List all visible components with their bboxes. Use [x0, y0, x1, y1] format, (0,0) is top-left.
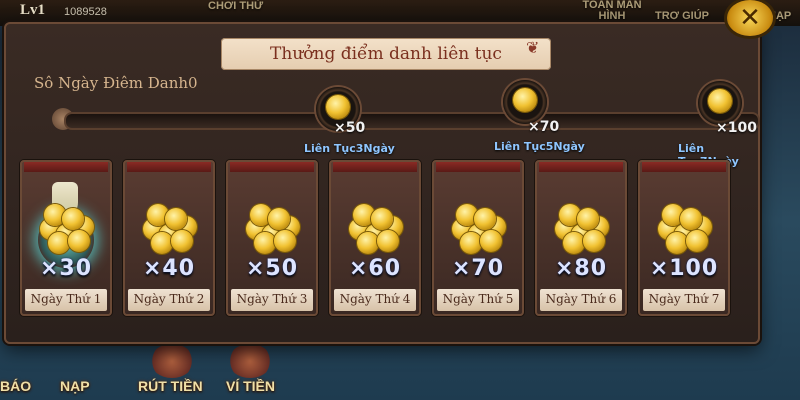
- day-label: Ngày Thứ 6: [545, 292, 617, 306]
- coin-icon: [680, 208, 702, 230]
- coin-icon: [666, 232, 688, 254]
- day-card[interactable]: ×50 Ngày Thứ 3: [226, 160, 318, 316]
- day-label: Ngày Thứ 5: [442, 292, 514, 306]
- coin-icon: [171, 230, 193, 252]
- coin-icon: [474, 208, 496, 230]
- top-menu-demo[interactable]: CHƠI THỬ: [208, 0, 263, 12]
- day-label: Ngày Thứ 7: [648, 292, 720, 306]
- day-card[interactable]: ×70 Ngày Thứ 5: [432, 160, 524, 316]
- coin-icon: [357, 232, 379, 254]
- coin-icon: [686, 230, 708, 252]
- streak-progress-track: [64, 112, 760, 130]
- day-label-plate: Ngày Thứ 6: [540, 289, 622, 311]
- milestone-amount-7: ×100: [716, 120, 757, 136]
- milestone-chest-5[interactable]: [503, 80, 547, 124]
- top-menu-fullscreen[interactable]: TOÀN MÀN HÌNH: [582, 0, 642, 22]
- coin-icon: [48, 232, 70, 254]
- card-ribbon: [230, 162, 314, 172]
- coin-icon: [513, 88, 537, 112]
- close-icon: ✕: [739, 3, 761, 33]
- day-label: Ngày Thứ 3: [236, 292, 308, 306]
- milestone-label-3: Liên Tục3Ngày: [304, 142, 395, 155]
- coin-icon: [480, 230, 502, 252]
- day-card[interactable]: ×80 Ngày Thứ 6: [535, 160, 627, 316]
- coin-stack-icon: [448, 200, 508, 254]
- milestone-label-5: Liên Tục5Ngày: [494, 140, 585, 153]
- bottom-menu-withdraw[interactable]: RÚT TIỀN: [138, 378, 203, 394]
- coin-stack-icon: [654, 200, 714, 254]
- bottom-menu-deposit[interactable]: NẠP: [60, 378, 90, 394]
- milestone-amount-5: ×70: [528, 119, 560, 135]
- coin-icon: [371, 208, 393, 230]
- day-label-plate: Ngày Thứ 7: [643, 289, 725, 311]
- day-reward-amount: ×70: [451, 256, 505, 281]
- coin-stack-icon: [242, 200, 302, 254]
- day-label-plate: Ngày Thứ 3: [231, 289, 313, 311]
- day-card[interactable]: ×60 Ngày Thứ 4: [329, 160, 421, 316]
- dialog-title: Thưởng điểm danh liên tục: [270, 44, 502, 64]
- bottom-menu-wallet[interactable]: VÍ TIỀN: [226, 378, 275, 394]
- coin-icon: [563, 232, 585, 254]
- coin-icon: [708, 89, 732, 113]
- coin-icon: [151, 232, 173, 254]
- day-label-plate: Ngày Thứ 5: [437, 289, 519, 311]
- day-card[interactable]: ×30 Ngày Thứ 1: [20, 160, 112, 316]
- close-button[interactable]: ✕: [727, 0, 773, 36]
- bottom-menu-news[interactable]: BÁO: [0, 378, 31, 394]
- card-ribbon: [436, 162, 520, 172]
- day-label: Ngày Thứ 2: [133, 292, 205, 306]
- day-label: Ngày Thứ 1: [30, 292, 102, 306]
- card-ribbon: [24, 162, 108, 172]
- day-reward-amount: ×50: [245, 256, 299, 281]
- coin-icon: [583, 230, 605, 252]
- day-card[interactable]: ×100 Ngày Thứ 7: [638, 160, 730, 316]
- wallet-icon: [228, 344, 272, 378]
- day-label-plate: Ngày Thứ 1: [25, 289, 107, 311]
- coin-icon: [274, 230, 296, 252]
- card-ribbon: [642, 162, 726, 172]
- coin-icon: [326, 95, 350, 119]
- coin-icon: [62, 208, 84, 230]
- streak-count-label: Sô Ngày Điêm Danh0: [34, 74, 198, 92]
- milestone-amount-3: ×50: [334, 120, 366, 136]
- day-label: Ngày Thứ 4: [339, 292, 411, 306]
- ornament-right-icon: ❦: [526, 38, 540, 57]
- top-menu-help[interactable]: TRỢ GIÚP: [655, 10, 709, 22]
- card-ribbon: [127, 162, 211, 172]
- coin-stack-icon: [139, 200, 199, 254]
- card-ribbon: [539, 162, 623, 172]
- coin-stack-icon: [36, 200, 96, 254]
- day-reward-amount: ×60: [348, 256, 402, 281]
- milestone-chest-7[interactable]: [698, 81, 742, 125]
- day-reward-amount: ×100: [649, 256, 719, 281]
- card-ribbon: [333, 162, 417, 172]
- coin-icon: [165, 208, 187, 230]
- coin-icon: [577, 208, 599, 230]
- coin-icon: [377, 230, 399, 252]
- player-id: 1089528: [64, 6, 107, 18]
- day-reward-amount: ×30: [39, 256, 93, 281]
- coin-icon: [254, 232, 276, 254]
- withdraw-icon: [150, 344, 194, 378]
- day-card[interactable]: ×40 Ngày Thứ 2: [123, 160, 215, 316]
- dialog-title-bar: Thưởng điểm danh liên tục: [221, 38, 551, 70]
- coin-icon: [268, 208, 290, 230]
- coin-stack-icon: [345, 200, 405, 254]
- coin-icon: [68, 230, 90, 252]
- player-level: Lv1: [20, 2, 46, 18]
- day-label-plate: Ngày Thứ 4: [334, 289, 416, 311]
- day-reward-amount: ×80: [554, 256, 608, 281]
- coin-stack-icon: [551, 200, 611, 254]
- day-reward-amount: ×40: [142, 256, 196, 281]
- day-label-plate: Ngày Thứ 2: [128, 289, 210, 311]
- coin-icon: [460, 232, 482, 254]
- checkin-reward-dialog: ❦ Thưởng điểm danh liên tục ❦ Sô Ngày Đi…: [4, 22, 760, 344]
